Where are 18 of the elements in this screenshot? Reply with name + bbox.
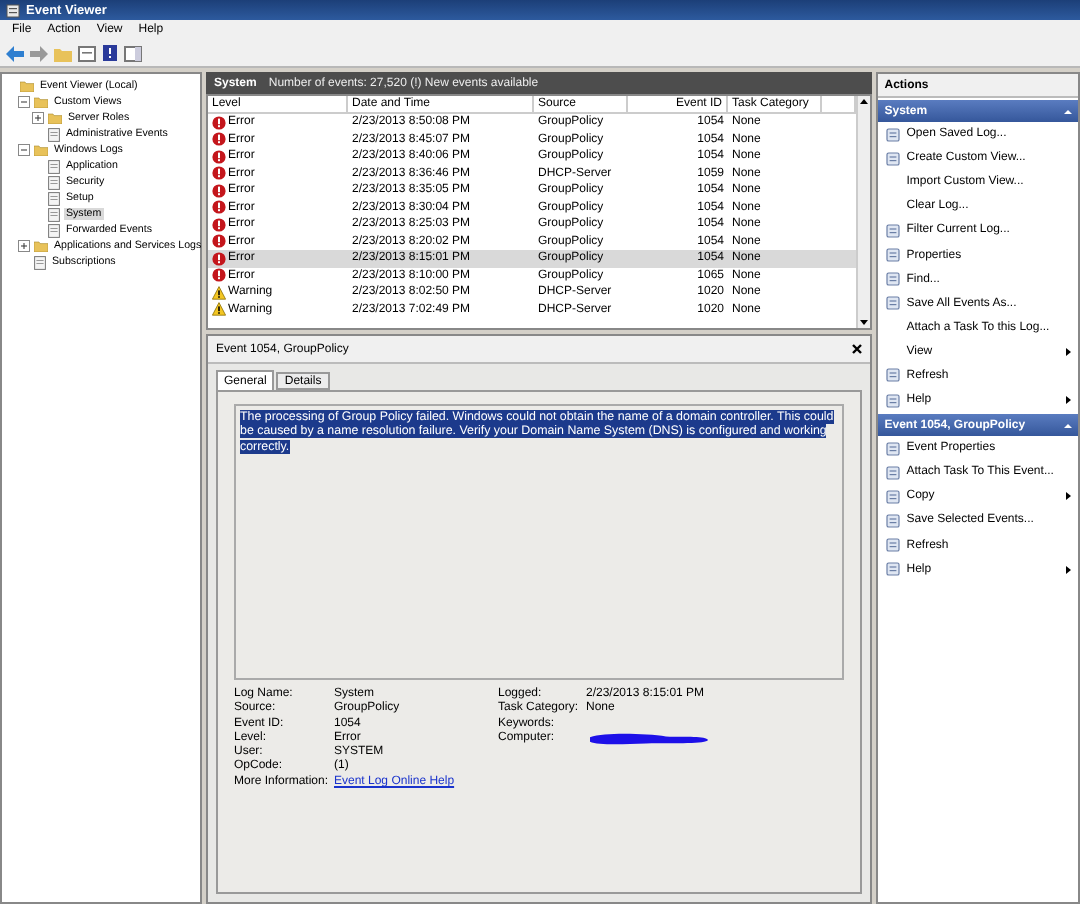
folder-icon [34,240,48,252]
close-icon[interactable] [852,344,863,354]
collapse-icon[interactable] [18,96,30,108]
scroll-down-icon[interactable] [858,316,871,328]
back-icon[interactable] [6,45,24,61]
forward-icon[interactable] [30,45,48,61]
expand-icon[interactable] [32,112,44,124]
table-cell[interactable] [822,250,857,267]
log-icon [48,127,60,141]
folder-icon [34,144,48,156]
list-icon[interactable] [78,45,96,61]
help-icon[interactable] [102,44,118,62]
collapse-icon[interactable] [18,144,30,156]
scrollbar[interactable] [856,96,871,328]
collapse-arrow-icon [1064,107,1072,115]
log-icon [34,255,46,269]
expand-icon[interactable] [18,240,30,252]
panel-icon[interactable] [124,45,142,61]
